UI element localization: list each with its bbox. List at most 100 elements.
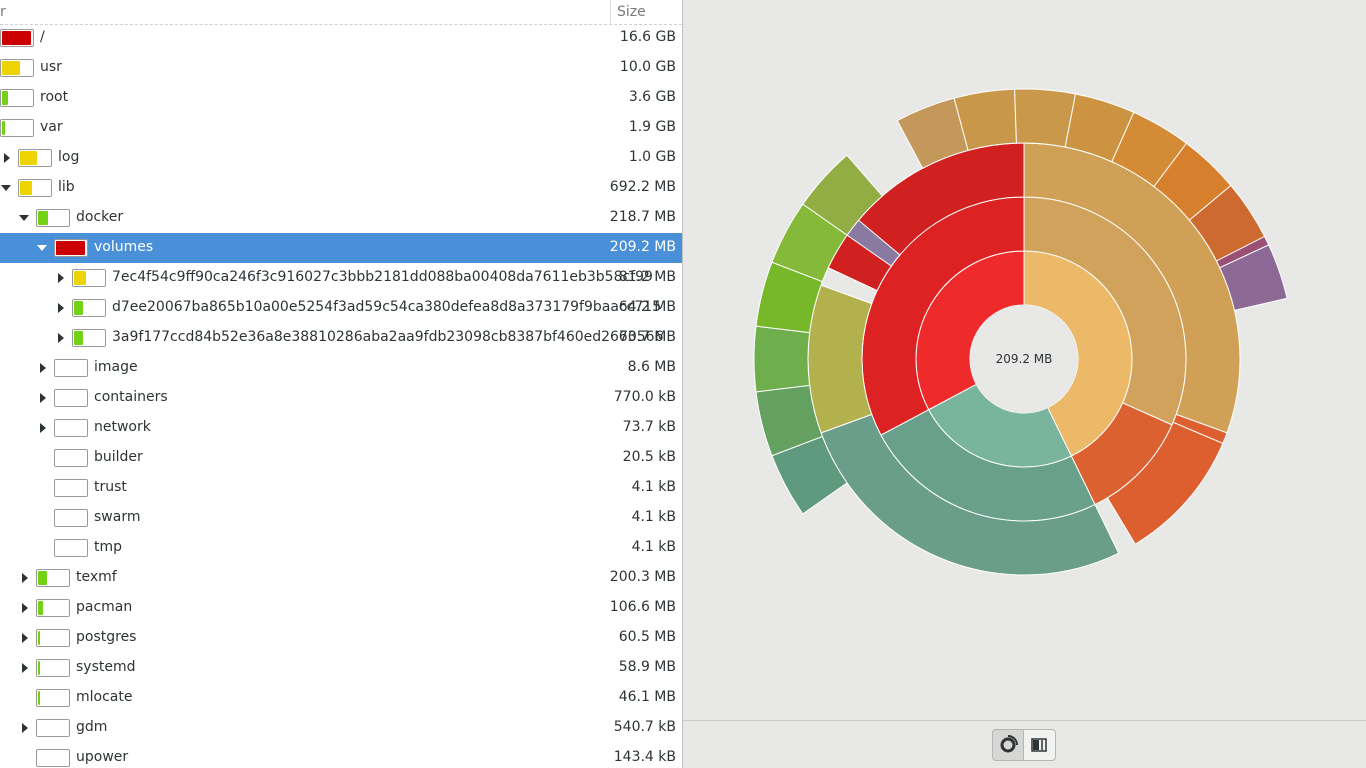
usage-bar-fill xyxy=(38,661,40,675)
rings-chart[interactable]: 209.2 MB xyxy=(683,0,1366,720)
usage-bar xyxy=(0,59,34,77)
usage-bar xyxy=(36,719,70,737)
usage-bar xyxy=(54,239,88,257)
tree-row[interactable]: upower 143.4 kB xyxy=(0,743,682,768)
collapsed-arrow-icon[interactable] xyxy=(22,603,28,613)
usage-bar xyxy=(36,599,70,617)
usage-bar-fill xyxy=(74,301,83,315)
expanded-arrow-icon[interactable] xyxy=(1,185,11,191)
usage-bar-fill xyxy=(38,571,47,585)
collapsed-arrow-icon[interactable] xyxy=(58,273,64,283)
expanded-arrow-icon[interactable] xyxy=(19,215,29,221)
folder-name: tmp xyxy=(94,539,123,555)
collapsed-arrow-icon[interactable] xyxy=(40,363,46,373)
collapsed-arrow-icon[interactable] xyxy=(58,303,64,313)
usage-bar xyxy=(18,149,52,167)
rings-chart-svg[interactable]: 209.2 MB xyxy=(683,0,1366,720)
tree-row[interactable]: network 73.7 kB xyxy=(0,413,682,443)
folder-size: 16.6 GB xyxy=(619,29,676,45)
treemap-chart-button[interactable] xyxy=(1024,729,1056,761)
tree-row[interactable]: systemd 58.9 MB xyxy=(0,653,682,683)
tree-row[interactable]: 3a9f177ccd84b52e36a8e38810286aba2aa9fdb2… xyxy=(0,323,682,353)
tree-row[interactable]: d7ee20067ba865b10a00e5254f3ad59c54ca380d… xyxy=(0,293,682,323)
collapsed-arrow-icon[interactable] xyxy=(22,663,28,673)
ring-segment[interactable] xyxy=(1014,88,1077,148)
usage-bar-fill xyxy=(38,691,40,705)
usage-bar xyxy=(54,389,88,407)
folder-size: 73.7 kB xyxy=(622,419,676,435)
collapsed-arrow-icon[interactable] xyxy=(22,723,28,733)
usage-bar xyxy=(54,419,88,437)
folder-tree-view[interactable]: r Size / 16.6 GB usr 10.0 GB root 3.6 GB var 1.… xyxy=(0,0,683,768)
tree-row[interactable]: image 8.6 MB xyxy=(0,353,682,383)
usage-bar-fill xyxy=(56,241,85,255)
folder-name: d7ee20067ba865b10a00e5254f3ad59c54ca380d… xyxy=(112,299,662,315)
tree-row[interactable]: mlocate 46.1 MB xyxy=(0,683,682,713)
collapsed-arrow-icon[interactable] xyxy=(40,393,46,403)
usage-bar xyxy=(18,179,52,197)
folder-size: 4.1 kB xyxy=(631,539,676,555)
folder-size: 46.1 MB xyxy=(618,689,676,705)
usage-bar xyxy=(36,209,70,227)
folder-name: containers xyxy=(94,389,168,405)
size-column-header[interactable]: Size xyxy=(617,4,646,20)
folder-size: 20.5 kB xyxy=(622,449,676,465)
tree-row[interactable]: trust 4.1 kB xyxy=(0,473,682,503)
tree-row[interactable]: pacman 106.6 MB xyxy=(0,593,682,623)
tree-header: r Size xyxy=(0,0,682,25)
folder-size: 3.6 GB xyxy=(628,89,676,105)
folder-name: texmf xyxy=(76,569,117,585)
usage-bar-fill xyxy=(38,631,40,645)
tree-row[interactable]: root 3.6 GB xyxy=(0,83,682,113)
tree-row[interactable]: / 16.6 GB xyxy=(0,23,682,53)
collapsed-arrow-icon[interactable] xyxy=(40,423,46,433)
folder-size: 8.6 MB xyxy=(627,359,676,375)
usage-bar-fill xyxy=(74,331,83,345)
folder-name: mlocate xyxy=(76,689,133,705)
usage-bar xyxy=(0,89,34,107)
tree-row[interactable]: postgres 60.5 MB xyxy=(0,623,682,653)
name-column-header[interactable]: r xyxy=(0,4,6,20)
usage-bar xyxy=(54,509,88,527)
tree-row[interactable]: log 1.0 GB xyxy=(0,143,682,173)
tree-row[interactable]: gdm 540.7 kB xyxy=(0,713,682,743)
tree-row[interactable]: docker 218.7 MB xyxy=(0,203,682,233)
folder-name: systemd xyxy=(76,659,136,675)
folder-size: 81.2 MB xyxy=(618,269,676,285)
tree-row[interactable]: usr 10.0 GB xyxy=(0,53,682,83)
folder-name: / xyxy=(40,29,45,45)
collapsed-arrow-icon[interactable] xyxy=(22,573,28,583)
usage-bar-fill xyxy=(38,211,48,225)
collapsed-arrow-icon[interactable] xyxy=(22,633,28,643)
expanded-arrow-icon[interactable] xyxy=(37,245,47,251)
collapsed-arrow-icon[interactable] xyxy=(58,333,64,343)
tree-row[interactable]: builder 20.5 kB xyxy=(0,443,682,473)
tree-row[interactable]: var 1.9 GB xyxy=(0,113,682,143)
folder-name: gdm xyxy=(76,719,108,735)
usage-bar xyxy=(36,569,70,587)
folder-size: 540.7 kB xyxy=(613,719,676,735)
tree-row[interactable]: 7ec4f54c9ff90ca246f3c916027c3bbb2181dd08… xyxy=(0,263,682,293)
folder-name: image xyxy=(94,359,138,375)
ring-segment[interactable] xyxy=(807,284,873,434)
tree-row[interactable]: swarm 4.1 kB xyxy=(0,503,682,533)
usage-bar xyxy=(72,269,106,287)
tree-row[interactable]: tmp 4.1 kB xyxy=(0,533,682,563)
usage-bar xyxy=(36,629,70,647)
collapsed-arrow-icon[interactable] xyxy=(4,153,10,163)
usage-bar xyxy=(0,119,34,137)
tree-row[interactable]: containers 770.0 kB xyxy=(0,383,682,413)
folder-name: 7ec4f54c9ff90ca246f3c916027c3bbb2181dd08… xyxy=(112,269,653,285)
folder-size: 106.6 MB xyxy=(609,599,676,615)
usage-bar xyxy=(36,689,70,707)
usage-bar-fill xyxy=(20,181,32,195)
tree-row[interactable]: texmf 200.3 MB xyxy=(0,563,682,593)
folder-size: 4.1 kB xyxy=(631,479,676,495)
usage-bar-fill xyxy=(20,151,37,165)
rings-chart-button[interactable] xyxy=(992,729,1024,761)
tree-row[interactable]: lib 692.2 MB xyxy=(0,173,682,203)
tree-row[interactable]: volumes 209.2 MB xyxy=(0,233,682,263)
ring-segment[interactable] xyxy=(753,325,811,393)
usage-bar-fill xyxy=(2,61,20,75)
column-separator[interactable] xyxy=(610,0,611,25)
